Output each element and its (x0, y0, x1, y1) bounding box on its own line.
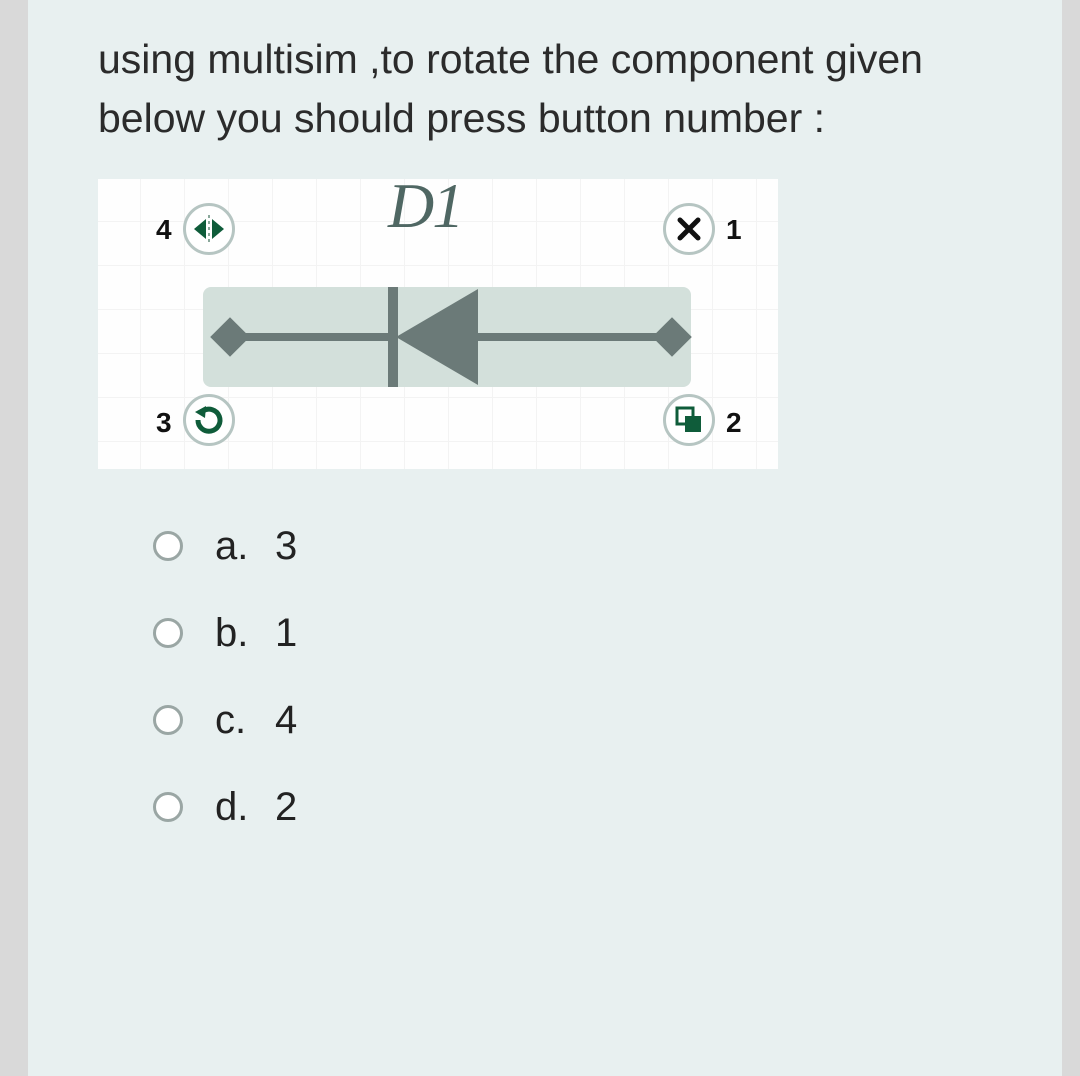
handle-label-2: 2 (726, 407, 742, 439)
question-card: using multisim ,to rotate the component … (28, 0, 1062, 1076)
choice-c[interactable]: c. 4 (153, 698, 1007, 743)
choice-text: 1 (275, 611, 297, 656)
choice-letter: a. (215, 524, 275, 569)
flip-horizontal-icon (194, 215, 224, 243)
copy-icon (675, 406, 703, 434)
copy-button[interactable] (663, 394, 715, 446)
choice-text: 3 (275, 524, 297, 569)
choice-d[interactable]: d. 2 (153, 785, 1007, 830)
diode-icon (378, 287, 498, 387)
radio-b[interactable] (153, 618, 183, 648)
choice-letter: c. (215, 698, 275, 743)
wire-right (473, 333, 673, 341)
question-prompt: using multisim ,to rotate the component … (98, 30, 1007, 149)
component-diagram: D1 4 1 (98, 179, 778, 469)
choice-a[interactable]: a. 3 (153, 524, 1007, 569)
choice-b[interactable]: b. 1 (153, 611, 1007, 656)
rotate-icon (192, 403, 226, 437)
close-icon (676, 216, 702, 242)
choice-letter: d. (215, 785, 275, 830)
wire-left (228, 333, 398, 341)
flip-horizontal-button[interactable] (183, 203, 235, 255)
handle-label-4: 4 (156, 214, 172, 246)
radio-c[interactable] (153, 705, 183, 735)
choice-text: 4 (275, 698, 297, 743)
component-label: D1 (388, 169, 462, 243)
choice-text: 2 (275, 785, 297, 830)
radio-d[interactable] (153, 792, 183, 822)
rotate-button[interactable] (183, 394, 235, 446)
answer-choices: a. 3 b. 1 c. 4 d. 2 (153, 524, 1007, 830)
handle-label-3: 3 (156, 407, 172, 439)
delete-button[interactable] (663, 203, 715, 255)
handle-label-1: 1 (726, 214, 742, 246)
choice-letter: b. (215, 611, 275, 656)
radio-a[interactable] (153, 531, 183, 561)
